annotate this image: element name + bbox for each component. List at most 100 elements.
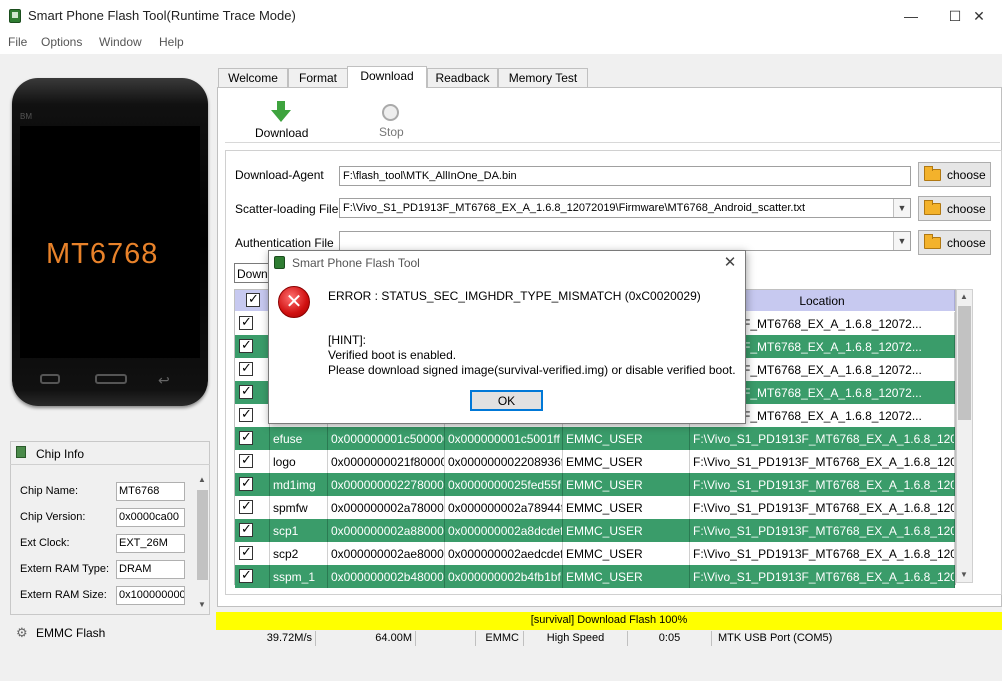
ram-size-label: Extern RAM Size: bbox=[20, 589, 107, 601]
dialog-close-icon[interactable]: ✕ bbox=[718, 253, 742, 273]
tab-memory-test[interactable]: Memory Test bbox=[498, 68, 588, 87]
chip-icon bbox=[16, 446, 26, 458]
toolbar bbox=[225, 95, 1000, 143]
menu-options[interactable]: Options bbox=[41, 35, 82, 49]
scroll-up-icon[interactable]: ▲ bbox=[960, 292, 968, 301]
status-speed: 39.72M/s bbox=[216, 631, 316, 646]
row-checkbox-cell[interactable] bbox=[235, 381, 270, 404]
cell-end: 0x000000002a8dcdef bbox=[445, 519, 563, 542]
ram-type-label: Extern RAM Type: bbox=[20, 563, 110, 575]
row-checkbox[interactable] bbox=[239, 383, 253, 399]
row-checkbox[interactable] bbox=[239, 521, 253, 537]
cell-location: F:\Vivo_S1_PD1913F_MT6768_EX_A_1.6.8_120… bbox=[690, 496, 955, 519]
phone-back-icon: ↩ bbox=[158, 372, 170, 388]
emmc-flash-label: EMMC Flash bbox=[36, 626, 106, 640]
row-checkbox[interactable] bbox=[239, 429, 253, 445]
row-checkbox-cell[interactable] bbox=[235, 312, 270, 335]
download-button[interactable]: Download bbox=[250, 98, 312, 142]
row-checkbox-cell[interactable] bbox=[235, 473, 270, 496]
table-row[interactable]: md1img0x00000000227800000x0000000025fed5… bbox=[235, 473, 955, 496]
row-checkbox[interactable] bbox=[239, 314, 253, 330]
header-select-all[interactable] bbox=[235, 290, 270, 311]
close-button[interactable]: ✕ bbox=[956, 0, 1002, 32]
auth-dropdown-icon[interactable]: ▼ bbox=[893, 232, 910, 250]
choose-download-agent-button[interactable]: choose bbox=[918, 162, 991, 187]
menu-window[interactable]: Window bbox=[99, 35, 142, 49]
auth-file-field[interactable] bbox=[339, 231, 911, 251]
table-row[interactable]: efuse0x000000001c5000000x000000001c5001f… bbox=[235, 427, 955, 450]
emmc-flash-header[interactable]: ⚙ EMMC Flash bbox=[10, 622, 210, 644]
choose-scatter-button[interactable]: choose bbox=[918, 196, 991, 221]
tab-welcome[interactable]: Welcome bbox=[218, 68, 288, 87]
cell-begin: 0x000000001c500000 bbox=[328, 427, 445, 450]
status-port: MTK USB Port (COM5) bbox=[718, 632, 833, 644]
table-row[interactable]: spmfw0x000000002a7800000x000000002a78944… bbox=[235, 496, 955, 519]
menu-help[interactable]: Help bbox=[159, 35, 184, 49]
table-row[interactable]: scp20x000000002ae800000x000000002aedcdef… bbox=[235, 542, 955, 565]
phone-brand: BM bbox=[20, 112, 32, 121]
ram-type-field[interactable]: DRAM bbox=[116, 560, 185, 579]
cell-begin: 0x0000000021f80000 bbox=[328, 450, 445, 473]
scroll-down-icon[interactable]: ▼ bbox=[960, 570, 968, 579]
row-checkbox-cell[interactable] bbox=[235, 565, 270, 588]
download-agent-field[interactable]: F:\flash_tool\MTK_AllInOne_DA.bin bbox=[339, 166, 911, 186]
cell-begin: 0x000000002a880000 bbox=[328, 519, 445, 542]
chip-name-label: Chip Name: bbox=[20, 485, 79, 497]
cell-begin: 0x0000000022780000 bbox=[328, 473, 445, 496]
dialog-ok-button[interactable]: OK bbox=[470, 390, 543, 411]
scroll-down-icon[interactable]: ▼ bbox=[198, 600, 206, 609]
minimize-button[interactable]: — bbox=[888, 0, 934, 32]
row-checkbox-cell[interactable] bbox=[235, 358, 270, 381]
row-checkbox[interactable] bbox=[239, 360, 253, 376]
scatter-dropdown-icon[interactable]: ▼ bbox=[893, 199, 910, 217]
choose-auth-button[interactable]: choose bbox=[918, 230, 991, 255]
dialog-error-text: ERROR : STATUS_SEC_IMGHDR_TYPE_MISMATCH … bbox=[328, 289, 701, 303]
status-time: 0:05 bbox=[628, 631, 712, 646]
scatter-file-field[interactable]: F:\Vivo_S1_PD1913F_MT6768_EX_A_1.6.8_120… bbox=[339, 198, 911, 218]
tab-download[interactable]: Download bbox=[347, 66, 427, 88]
row-checkbox-cell[interactable] bbox=[235, 427, 270, 450]
tab-readback[interactable]: Readback bbox=[427, 68, 498, 87]
cell-name: sspm_1 bbox=[270, 565, 328, 588]
row-checkbox-cell[interactable] bbox=[235, 496, 270, 519]
chip-info-scrollbar[interactable]: ▲ ▼ bbox=[196, 472, 209, 612]
row-checkbox[interactable] bbox=[239, 406, 253, 422]
chip-scroll-thumb[interactable] bbox=[197, 490, 208, 580]
scatter-file-label: Scatter-loading File bbox=[235, 202, 339, 216]
cell-region: EMMC_USER bbox=[563, 473, 690, 496]
table-scroll-thumb[interactable] bbox=[958, 306, 971, 420]
chip-version-field[interactable]: 0x0000ca00 bbox=[116, 508, 185, 527]
row-checkbox[interactable] bbox=[239, 498, 253, 514]
window-title: Smart Phone Flash Tool(Runtime Trace Mod… bbox=[28, 8, 296, 23]
row-checkbox[interactable] bbox=[239, 544, 253, 560]
row-checkbox-cell[interactable] bbox=[235, 519, 270, 542]
ext-clock-field[interactable]: EXT_26M bbox=[116, 534, 185, 553]
cell-name: efuse bbox=[270, 427, 328, 450]
chip-name-field[interactable]: MT6768 bbox=[116, 482, 185, 501]
menu-file[interactable]: File bbox=[8, 35, 27, 49]
row-checkbox-cell[interactable] bbox=[235, 542, 270, 565]
menu-bar bbox=[0, 32, 1002, 54]
table-row[interactable]: scp10x000000002a8800000x000000002a8dcdef… bbox=[235, 519, 955, 542]
ram-size-field[interactable]: 0x100000000 bbox=[116, 586, 185, 605]
cell-location: F:\Vivo_S1_PD1913F_MT6768_EX_A_1.6.8_120… bbox=[690, 427, 955, 450]
row-checkbox-cell[interactable] bbox=[235, 404, 270, 427]
folder-icon bbox=[924, 233, 941, 249]
row-checkbox[interactable] bbox=[239, 452, 253, 468]
cell-region: EMMC_USER bbox=[563, 450, 690, 473]
tab-format[interactable]: Format bbox=[288, 68, 348, 87]
table-row[interactable]: logo0x0000000021f800000x000000002208936f… bbox=[235, 450, 955, 473]
status-storage: EMMC bbox=[476, 631, 524, 646]
row-checkbox-cell[interactable] bbox=[235, 450, 270, 473]
table-row[interactable]: sspm_10x000000002b4800000x000000002b4fb1… bbox=[235, 565, 955, 588]
row-checkbox-cell[interactable] bbox=[235, 335, 270, 358]
scroll-up-icon[interactable]: ▲ bbox=[198, 475, 206, 484]
chip-info-title: Chip Info bbox=[36, 447, 85, 461]
row-checkbox[interactable] bbox=[239, 567, 253, 583]
select-all-checkbox[interactable] bbox=[246, 291, 260, 307]
stop-button[interactable]: Stop bbox=[370, 98, 412, 142]
row-checkbox[interactable] bbox=[239, 475, 253, 491]
cell-location: F:\Vivo_S1_PD1913F_MT6768_EX_A_1.6.8_120… bbox=[690, 565, 955, 588]
cell-location: F:\Vivo_S1_PD1913F_MT6768_EX_A_1.6.8_120… bbox=[690, 473, 955, 496]
row-checkbox[interactable] bbox=[239, 337, 253, 353]
